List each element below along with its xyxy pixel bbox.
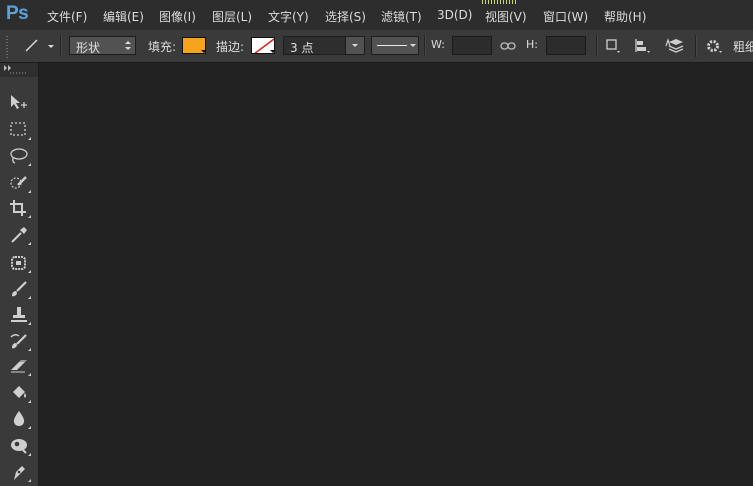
quick-selection-icon xyxy=(10,176,27,189)
stroke-dropdown-icon[interactable] xyxy=(270,50,276,53)
pen-nib-icon xyxy=(14,466,25,480)
path-operations-icon[interactable] xyxy=(605,38,621,54)
menu-select[interactable]: 选择(S) xyxy=(325,8,366,25)
chevron-down-icon xyxy=(410,44,416,47)
line-tool-preset-icon[interactable] xyxy=(22,37,42,55)
stamp-icon xyxy=(11,307,27,322)
spot-healing-tool[interactable] xyxy=(9,254,31,274)
chevron-down-icon xyxy=(352,44,358,47)
stroke-width-field[interactable]: 3 点 xyxy=(283,36,365,55)
gear-icon[interactable] xyxy=(705,38,723,54)
clone-stamp-tool[interactable] xyxy=(9,306,31,326)
stroke-label: 描边: xyxy=(216,40,245,54)
menu-bar: Ps 文件(F) 编辑(E) 图像(I) 图层(L) 文字(Y) 选择(S) 滤… xyxy=(0,0,753,30)
height-label: H: xyxy=(526,38,538,51)
collapse-arrows-icon[interactable] xyxy=(4,65,14,71)
droplet-icon xyxy=(13,411,25,426)
width-label: W: xyxy=(431,38,445,51)
submenu-corner-icon xyxy=(28,453,31,456)
submenu-corner-icon xyxy=(28,348,31,351)
menu-view[interactable]: 视图(V) xyxy=(485,8,527,25)
submenu-corner-icon xyxy=(28,242,31,245)
eraser-icon xyxy=(11,360,27,373)
submenu-corner-icon xyxy=(28,479,31,482)
marquee-tool[interactable] xyxy=(9,121,31,141)
mode-select[interactable]: 形状 xyxy=(69,36,136,55)
submenu-corner-icon xyxy=(28,426,31,429)
brush-icon xyxy=(12,281,27,297)
menu-filter[interactable]: 滤镜(T) xyxy=(381,8,422,25)
quick-selection-tool[interactable] xyxy=(9,174,31,194)
history-brush-tool[interactable] xyxy=(9,332,31,352)
link-icon[interactable] xyxy=(500,38,516,52)
separator xyxy=(424,35,426,57)
eyedropper-tool[interactable] xyxy=(9,226,31,246)
options-grip[interactable] xyxy=(6,34,8,58)
dodge-icon xyxy=(11,439,27,454)
lasso-icon xyxy=(10,148,28,164)
menu-3d[interactable]: 3D(D) xyxy=(437,8,472,22)
submenu-corner-icon xyxy=(28,322,31,325)
menu-layer[interactable]: 图层(L) xyxy=(212,8,252,25)
paint-bucket-tool[interactable] xyxy=(9,384,31,404)
submenu-corner-icon xyxy=(28,270,31,273)
updown-arrows-icon xyxy=(125,41,131,50)
submenu-corner-icon xyxy=(28,190,31,193)
lasso-tool[interactable] xyxy=(9,147,31,167)
menu-edit[interactable]: 编辑(E) xyxy=(103,8,144,25)
panel-grip[interactable] xyxy=(10,72,28,74)
height-input[interactable] xyxy=(546,36,586,55)
width-input[interactable] xyxy=(452,36,492,55)
submenu-corner-icon xyxy=(28,296,31,299)
brush-tool[interactable] xyxy=(9,280,31,300)
submenu-corner-icon xyxy=(28,163,31,166)
crop-icon xyxy=(10,200,26,216)
stroke-width-dropdown[interactable] xyxy=(345,37,364,54)
menu-type[interactable]: 文字(Y) xyxy=(268,8,309,25)
submenu-corner-icon xyxy=(28,400,31,403)
solid-line-icon xyxy=(377,45,407,46)
eyedropper-icon xyxy=(11,227,27,243)
history-brush-icon xyxy=(10,334,27,349)
blur-tool[interactable] xyxy=(9,410,31,430)
dodge-tool[interactable] xyxy=(9,437,31,457)
rectangular-marquee-icon xyxy=(10,122,26,136)
submenu-corner-icon xyxy=(28,215,31,218)
menu-window[interactable]: 窗口(W) xyxy=(543,8,588,25)
separator xyxy=(695,35,697,57)
separator xyxy=(60,35,62,57)
move-icon xyxy=(11,95,27,109)
paint-bucket-icon xyxy=(13,386,26,398)
eraser-tool[interactable] xyxy=(9,357,31,377)
document-canvas-area[interactable] xyxy=(39,63,753,486)
menu-file[interactable]: 文件(F) xyxy=(47,8,87,25)
path-arrangement-icon[interactable] xyxy=(663,37,685,55)
title-indicator xyxy=(482,0,518,4)
menu-image[interactable]: 图像(I) xyxy=(159,8,196,25)
menu-help[interactable]: 帮助(H) xyxy=(604,8,646,25)
bandage-icon xyxy=(11,256,26,270)
mode-select-value: 形状 xyxy=(76,41,101,55)
crop-tool[interactable] xyxy=(9,199,31,219)
submenu-corner-icon xyxy=(28,373,31,376)
stroke-width-value: 3 点 xyxy=(290,41,314,55)
stroke-type-select[interactable] xyxy=(371,36,419,55)
app-logo: Ps xyxy=(6,3,29,24)
fill-dropdown-icon[interactable] xyxy=(201,50,207,53)
submenu-corner-icon xyxy=(28,137,31,140)
separator xyxy=(596,35,598,57)
fill-label: 填充: xyxy=(148,40,177,54)
tools-panel-header[interactable] xyxy=(0,63,38,77)
move-tool[interactable] xyxy=(9,93,31,113)
weight-label: 粗细 xyxy=(733,40,753,54)
pen-tool[interactable] xyxy=(9,463,31,483)
tool-preset-chevron-icon[interactable] xyxy=(48,45,54,48)
path-alignment-icon[interactable] xyxy=(633,38,651,54)
